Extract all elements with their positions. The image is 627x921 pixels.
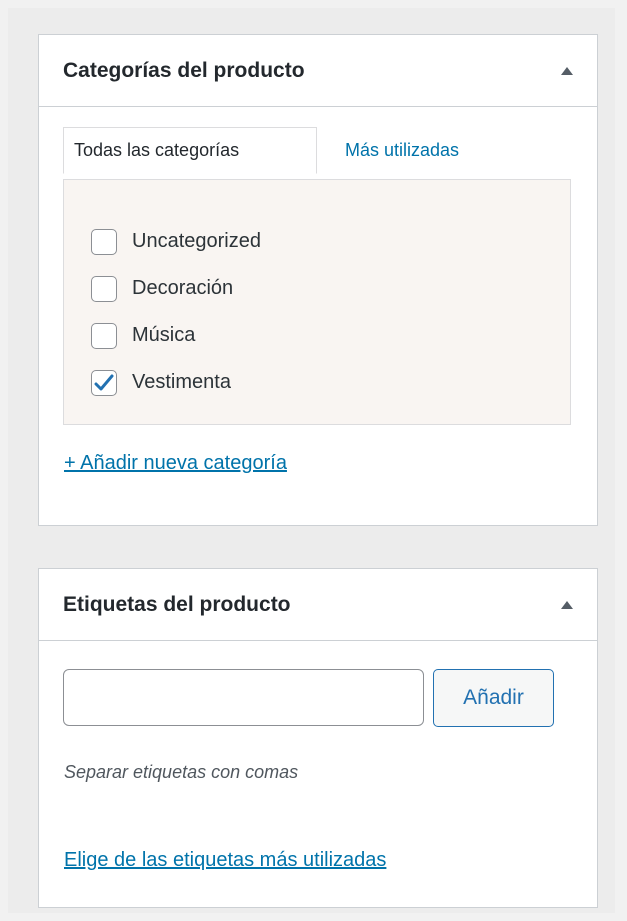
category-tabs: Todas las categorías Más utilizadas [63, 127, 573, 174]
category-label: Uncategorized [132, 230, 261, 252]
tab-most-used-label: Más utilizadas [345, 140, 460, 160]
tags-box-title: Etiquetas del producto [63, 592, 291, 616]
categories-checklist: Uncategorized Decoración Música Vestimen… [63, 179, 571, 425]
category-label: Vestimenta [132, 371, 231, 393]
category-label: Música [132, 324, 196, 346]
category-label: Decoración [132, 277, 234, 299]
category-checkbox-checked[interactable] [91, 369, 117, 396]
category-checkbox[interactable] [91, 275, 117, 302]
category-item: Vestimenta [64, 359, 570, 406]
checkmark-icon [94, 374, 114, 390]
tags-box-header[interactable]: Etiquetas del producto [39, 569, 597, 641]
product-categories-box: Categorías del producto Todas las catego… [38, 34, 598, 526]
tab-all-categories-label: Todas las categorías [74, 140, 240, 160]
category-item: Música [64, 312, 570, 359]
triangle-up-icon[interactable] [561, 66, 573, 75]
tab-all-categories[interactable]: Todas las categorías [63, 127, 317, 174]
category-item: Uncategorized [64, 218, 570, 265]
choose-most-used-tags-link[interactable]: Elige de las etiquetas más utilizadas [64, 849, 386, 872]
add-tag-button[interactable]: Añadir [433, 669, 554, 727]
triangle-up-icon[interactable] [561, 600, 573, 609]
tag-separator-hint: Separar etiquetas con comas [64, 762, 299, 782]
product-tags-box: Etiquetas del producto Añadir Separar et… [38, 568, 598, 908]
tab-most-used[interactable]: Más utilizadas [335, 127, 469, 174]
category-checkbox[interactable] [91, 322, 117, 349]
tag-input[interactable] [63, 669, 424, 726]
add-new-category-link[interactable]: + Añadir nueva categoría [64, 452, 287, 475]
category-item: Decoración [64, 265, 570, 312]
category-checkbox[interactable] [91, 228, 117, 255]
categories-box-header[interactable]: Categorías del producto [39, 35, 597, 107]
categories-box-title: Categorías del producto [63, 58, 305, 82]
